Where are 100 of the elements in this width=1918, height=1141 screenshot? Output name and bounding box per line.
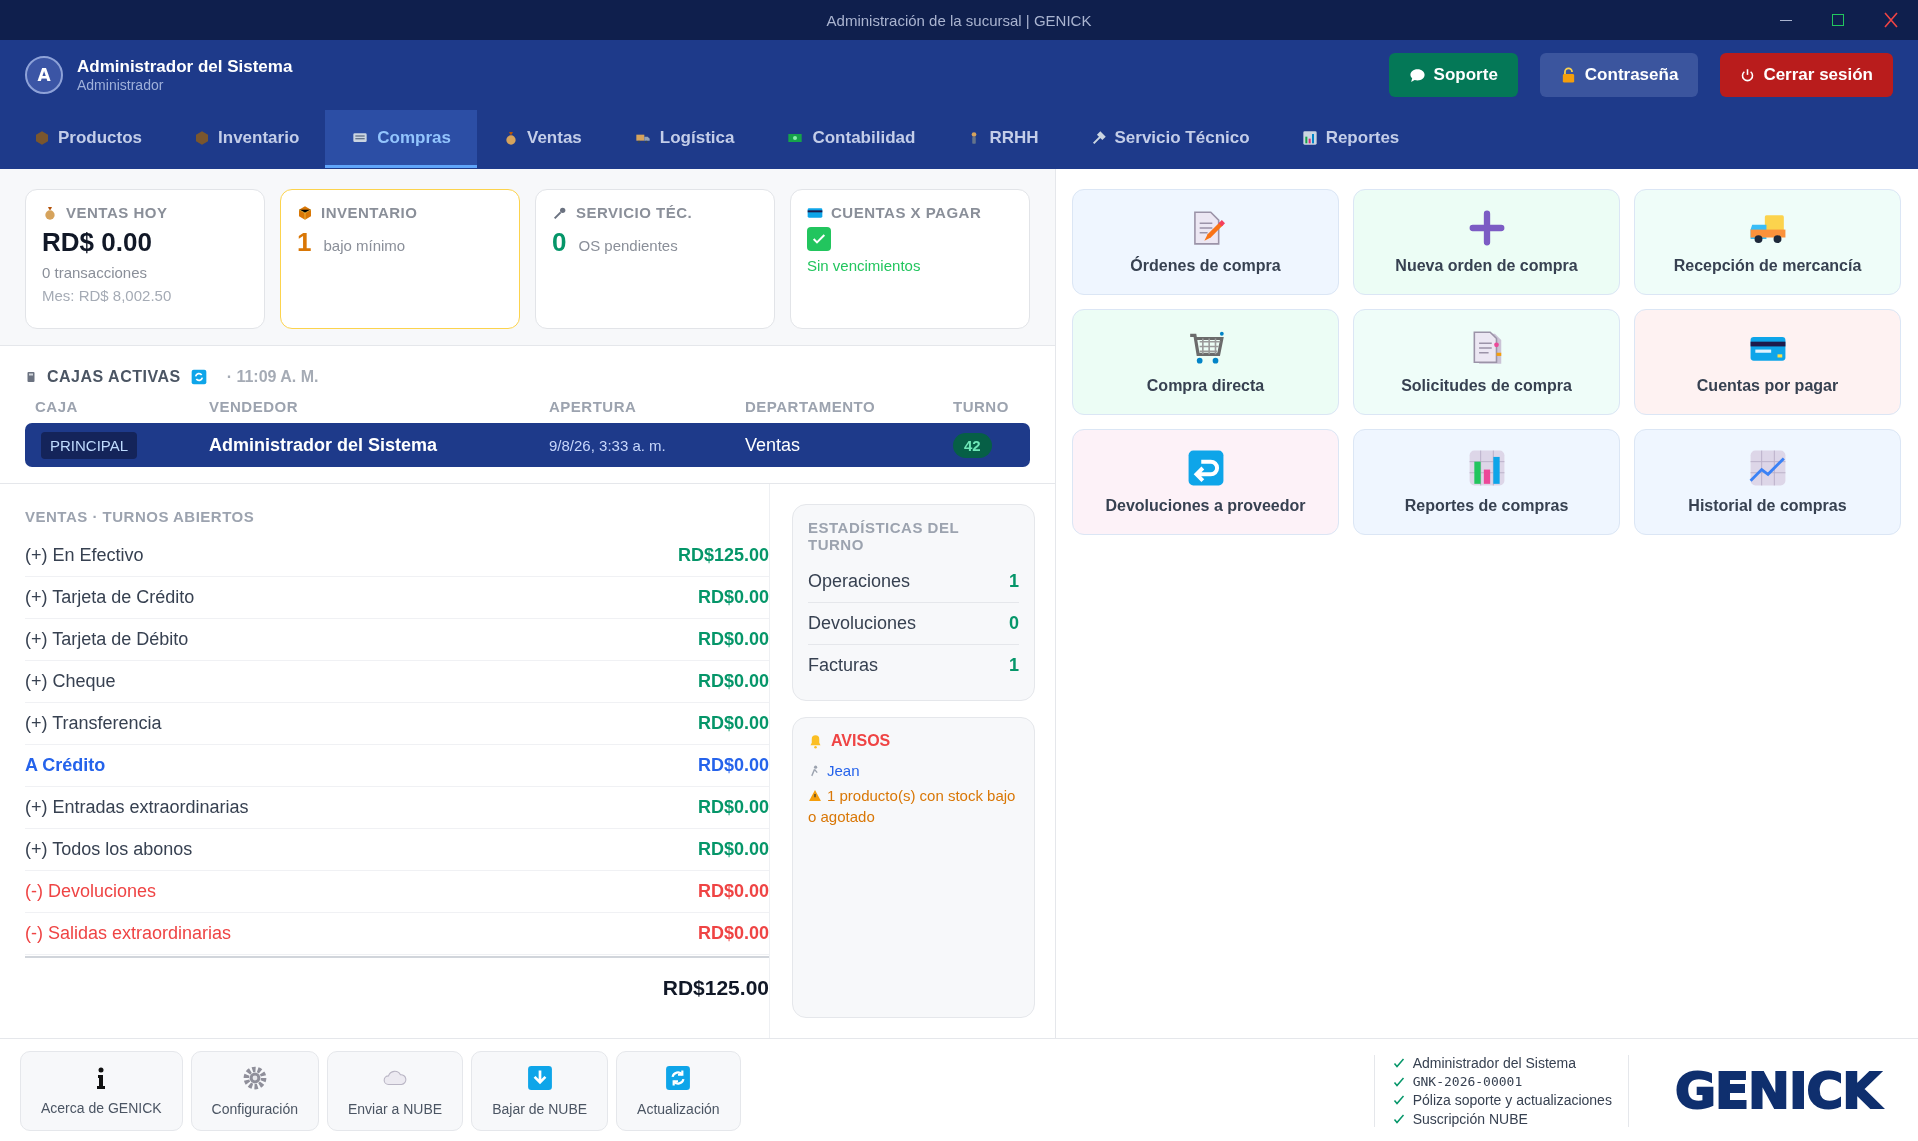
table-row[interactable]: PRINCIPAL Administrador del Sistema 9/8/26, 3:33 a. m. Ventas 42	[25, 423, 1030, 467]
table-cell-text: Ventas	[744, 434, 802, 456]
chat-bubble-icon	[1408, 66, 1426, 84]
card-detail: bajo mínimo	[323, 237, 406, 254]
card-detail: Sin vencimientos	[807, 257, 922, 274]
row-amount: RD$0.00	[697, 587, 769, 608]
row-amount: RD$125.00	[677, 545, 769, 566]
tab[interactable]: Servicio Técnico	[1064, 110, 1276, 168]
user-name: Administrador del Sistema	[77, 57, 293, 77]
section-title: CAJAS ACTIVAS	[47, 368, 181, 386]
box-icon	[194, 129, 211, 146]
logo: GENICK	[1674, 1062, 1880, 1120]
tab[interactable]: Logística	[607, 110, 761, 168]
register-badge: PRINCIPAL	[41, 431, 138, 459]
row-amount: RD$0.00	[697, 839, 769, 860]
stat-label: Devoluciones	[808, 613, 917, 634]
footer-button[interactable]: Configuración	[190, 1051, 319, 1131]
tab[interactable]: Productos	[8, 110, 169, 168]
license-item: Póliza soporte y actualizaciones	[1412, 1092, 1612, 1108]
row-label: (+) Tarjeta de Débito	[25, 629, 189, 650]
row-label: A Crédito	[25, 755, 106, 776]
stat-value: 1	[1009, 655, 1019, 676]
module-tile[interactable]: Historial de compras	[1634, 429, 1901, 535]
card-title: SERVICIO TÉC.	[576, 204, 693, 221]
check-icon	[1392, 1057, 1405, 1069]
box-icon	[297, 204, 313, 221]
stat-label: Facturas	[808, 655, 879, 676]
shift-badge: 42	[953, 432, 992, 458]
window-title: Administración de la sucursal | GENICK	[826, 11, 1092, 29]
module-tile[interactable]: Órdenes de compra	[1072, 189, 1339, 295]
column-header: DEPARTAMENTO	[744, 398, 877, 417]
card-detail: 0 transacciones	[42, 264, 149, 281]
row-amount: RD$0.00	[697, 713, 769, 734]
row-label: (+) Tarjeta de Crédito	[25, 587, 195, 608]
refresh-icon	[665, 1065, 692, 1091]
password-button[interactable]: Contraseña	[1539, 53, 1699, 97]
bell-icon	[808, 733, 823, 749]
module-tile[interactable]: Solicitudes de compra	[1353, 309, 1620, 415]
row-label: (-) Devoluciones	[25, 881, 157, 902]
row-label: (+) Cheque	[25, 671, 116, 692]
column-header: CAJA	[34, 398, 79, 417]
user-avatar: A	[25, 56, 63, 94]
tab[interactable]: Inventario	[168, 110, 326, 168]
gear-icon	[241, 1065, 268, 1091]
table-cell-text: 9/8/26, 3:33 a. m.	[548, 436, 667, 454]
total-amount: RD$125.00	[662, 976, 769, 999]
logout-button[interactable]: Cerrar sesión	[1720, 53, 1893, 97]
support-button[interactable]: Soporte	[1388, 53, 1518, 97]
tab[interactable]: Compras	[325, 110, 477, 168]
module-tile[interactable]: Compra directa	[1072, 309, 1339, 415]
card-value: 1	[297, 227, 312, 258]
row-label: (+) Todos los abonos	[25, 839, 193, 860]
row-amount: RD$0.00	[697, 755, 769, 776]
stat-value: 1	[1009, 571, 1019, 592]
card-note: Mes: RD$ 8,002.50	[42, 287, 173, 304]
module-tile[interactable]: Cuentas por pagar	[1634, 309, 1901, 415]
footer-button[interactable]: Actualización	[616, 1051, 741, 1131]
check-icon	[1392, 1094, 1405, 1106]
license-item: GNK-2026-00001	[1412, 1074, 1523, 1089]
card-detail: OS pendientes	[578, 237, 678, 254]
money-bag-icon	[42, 204, 58, 221]
row-amount: RD$0.00	[697, 923, 769, 944]
row-label: (-) Salidas extraordinarias	[25, 923, 232, 944]
footer-button[interactable]: Acerca de GENICK	[20, 1051, 183, 1131]
row-amount: RD$0.00	[697, 881, 769, 902]
money-bag-icon	[503, 129, 519, 146]
plus-icon	[1467, 209, 1506, 247]
footer-button[interactable]: Bajar de NUBE	[471, 1051, 609, 1131]
check-icon	[1392, 1075, 1405, 1088]
footer-button[interactable]: Enviar a NUBE	[327, 1051, 464, 1131]
card-title: VENTAS HOY	[66, 204, 168, 221]
update-time: · 11:09 A. M.	[226, 368, 319, 386]
license-item: Administrador del Sistema	[1412, 1055, 1577, 1071]
card-value: 0	[552, 227, 567, 258]
tab[interactable]: RRHH	[941, 110, 1065, 168]
power-icon	[1740, 67, 1756, 83]
bar-chart-icon	[1467, 449, 1506, 487]
register-icon	[25, 369, 37, 385]
tab[interactable]: Reportes	[1275, 110, 1426, 168]
download-icon	[526, 1065, 553, 1091]
section-title: VENTAS · TURNOS ABIERTOS	[25, 508, 256, 525]
tab[interactable]: Ventas	[477, 110, 608, 168]
table-cell-text: Administrador del Sistema	[208, 434, 439, 456]
card-title: INVENTARIO	[321, 204, 418, 221]
row-amount: RD$0.00	[697, 629, 769, 650]
module-tile[interactable]: Reportes de compras	[1353, 429, 1620, 535]
module-tile[interactable]: Nueva orden de compra	[1353, 189, 1620, 295]
module-tile[interactable]: Recepción de mercancía	[1634, 189, 1901, 295]
column-header: TURNO	[952, 398, 1010, 417]
module-tile[interactable]: Devoluciones a proveedor	[1072, 429, 1339, 535]
tab[interactable]: Contabilidad	[760, 110, 942, 168]
license-item: Suscripción NUBE	[1412, 1111, 1528, 1127]
panel-title: AVISOS	[831, 732, 891, 750]
row-amount: RD$0.00	[697, 671, 769, 692]
row-label: (+) En Efectivo	[25, 545, 144, 566]
info-icon	[96, 1066, 107, 1090]
line-chart-icon	[1748, 449, 1787, 487]
column-header: APERTURA	[548, 398, 638, 417]
user-link[interactable]: Jean	[827, 762, 860, 779]
bar-chart-icon	[1301, 129, 1318, 146]
